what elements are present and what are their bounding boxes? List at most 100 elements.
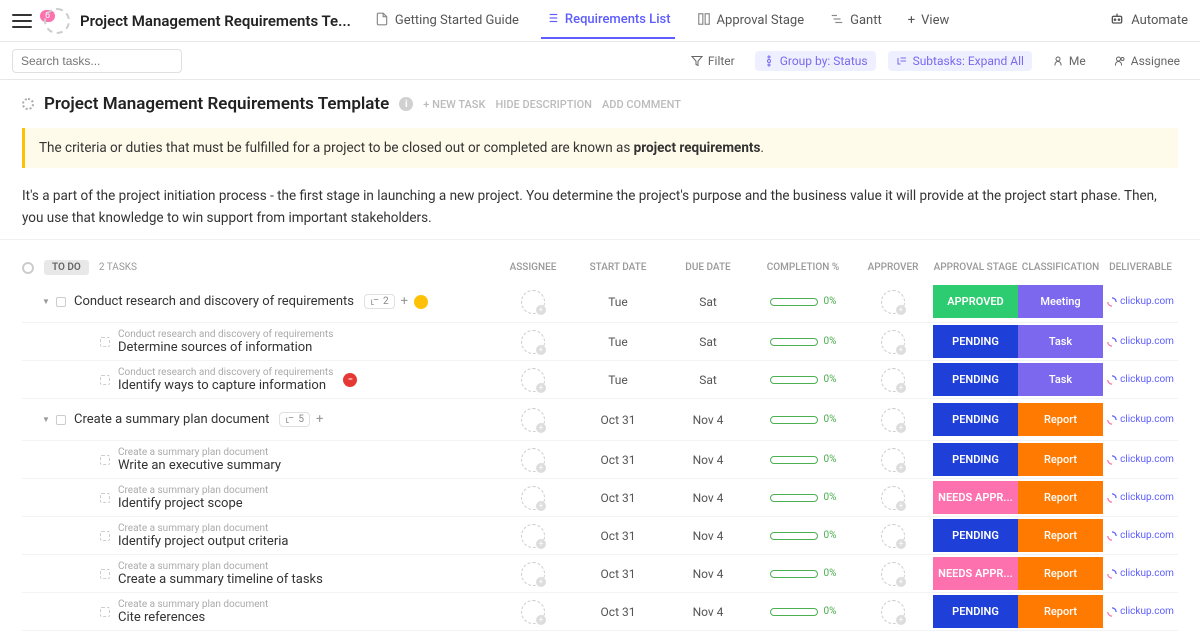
subtask-row[interactable]: Create a summary plan documentIdentify p… (22, 517, 1178, 555)
avatar-placeholder[interactable] (881, 600, 905, 624)
approval-stage[interactable]: NEEDS APPR... (933, 481, 1018, 514)
approval-stage[interactable]: PENDING (933, 363, 1018, 396)
task-checkbox[interactable] (56, 297, 66, 307)
task-checkbox[interactable] (100, 531, 110, 541)
add-subtask[interactable]: + (316, 412, 323, 427)
due-date[interactable]: Sat (663, 295, 753, 309)
avatar-placeholder[interactable] (881, 524, 905, 548)
classification[interactable]: Report (1018, 557, 1103, 590)
task-name[interactable]: Create a summary timeline of tasks (118, 572, 323, 587)
task-checkbox[interactable] (100, 607, 110, 617)
avatar-placeholder[interactable] (881, 562, 905, 586)
deliverable-link[interactable]: clickup.com (1103, 492, 1178, 503)
classification[interactable]: Task (1018, 363, 1103, 396)
deliverable-link[interactable]: clickup.com (1103, 414, 1178, 425)
info-icon[interactable]: i (399, 97, 413, 111)
subtask-row[interactable]: Conduct research and discovery of requir… (22, 323, 1178, 361)
task-checkbox[interactable] (100, 569, 110, 579)
start-date[interactable]: Oct 31 (573, 491, 663, 505)
avatar-placeholder[interactable] (881, 486, 905, 510)
approval-stage[interactable]: PENDING (933, 595, 1018, 628)
subtask-row[interactable]: Create a summary plan documentCite refer… (22, 593, 1178, 631)
approval-stage[interactable]: APPROVED (933, 285, 1018, 318)
due-date[interactable]: Nov 4 (663, 413, 753, 427)
classification[interactable]: Report (1018, 519, 1103, 552)
task-name[interactable]: Identify project output criteria (118, 534, 288, 549)
due-date[interactable]: Nov 4 (663, 529, 753, 543)
avatar-placeholder[interactable] (881, 408, 905, 432)
avatar-placeholder[interactable] (521, 448, 545, 472)
start-date[interactable]: Oct 31 (573, 529, 663, 543)
deliverable-link[interactable]: clickup.com (1103, 568, 1178, 579)
blocked-icon[interactable]: − (343, 373, 357, 387)
classification[interactable]: Report (1018, 595, 1103, 628)
col-stage[interactable]: APPROVAL STAGE (933, 262, 1018, 273)
menu-icon[interactable] (12, 14, 32, 28)
status-dot[interactable] (22, 98, 34, 110)
classification[interactable]: Task (1018, 325, 1103, 358)
avatar-placeholder[interactable] (881, 448, 905, 472)
due-date[interactable]: Sat (663, 373, 753, 387)
avatar-placeholder[interactable] (881, 290, 905, 314)
due-date[interactable]: Nov 4 (663, 605, 753, 619)
col-start[interactable]: START DATE (573, 262, 663, 273)
col-approver[interactable]: APPROVER (853, 262, 933, 273)
classification[interactable]: Meeting (1018, 285, 1103, 318)
approval-stage[interactable]: PENDING (933, 519, 1018, 552)
deliverable-link[interactable]: clickup.com (1103, 336, 1178, 347)
subtasks-button[interactable]: Subtasks: Expand All (888, 51, 1032, 71)
avatar-placeholder[interactable] (521, 408, 545, 432)
task-checkbox[interactable] (100, 337, 110, 347)
avatar-placeholder[interactable] (521, 330, 545, 354)
task-checkbox[interactable] (56, 415, 66, 425)
subtask-row[interactable]: Conduct research and discovery of requir… (22, 361, 1178, 399)
status-pill[interactable]: TO DO (44, 260, 89, 275)
avatar-placeholder[interactable] (521, 486, 545, 510)
search-input[interactable] (21, 54, 176, 68)
collapse-icon[interactable] (22, 262, 34, 274)
approval-stage[interactable]: PENDING (933, 325, 1018, 358)
start-date[interactable]: Tue (573, 335, 663, 349)
task-name[interactable]: Identify ways to capture information (118, 378, 333, 393)
task-name[interactable]: Cite references (118, 610, 268, 625)
search-box[interactable] (12, 49, 182, 73)
subtask-row[interactable]: Create a summary plan documentWrite an e… (22, 441, 1178, 479)
avatar-placeholder[interactable] (881, 330, 905, 354)
due-date[interactable]: Sat (663, 335, 753, 349)
col-due[interactable]: DUE DATE (663, 262, 753, 273)
subtask-count[interactable]: 5 (279, 412, 310, 427)
col-assignee[interactable]: ASSIGNEE (493, 262, 573, 273)
task-row[interactable]: ▼Create a summary plan document5+Oct 31N… (22, 399, 1178, 441)
deliverable-link[interactable]: clickup.com (1103, 454, 1178, 465)
task-name[interactable]: Create a summary plan document (74, 412, 269, 427)
approval-stage[interactable]: NEEDS APPR... (933, 557, 1018, 590)
avatar-placeholder[interactable] (521, 290, 545, 314)
subtask-count[interactable]: 2 (364, 294, 395, 309)
assignee-button[interactable]: Assignee (1106, 51, 1188, 71)
task-checkbox[interactable] (100, 493, 110, 503)
avatar-placeholder[interactable] (521, 600, 545, 624)
start-date[interactable]: Oct 31 (573, 453, 663, 467)
deliverable-link[interactable]: clickup.com (1103, 606, 1178, 617)
subtask-row[interactable]: Create a summary plan documentCreate a s… (22, 555, 1178, 593)
subtask-row[interactable]: Create a summary plan documentIdentify p… (22, 479, 1178, 517)
me-button[interactable]: Me (1044, 51, 1094, 71)
start-date[interactable]: Oct 31 (573, 567, 663, 581)
task-name[interactable]: Conduct research and discovery of requir… (74, 294, 354, 309)
start-date[interactable]: Oct 31 (573, 605, 663, 619)
start-date[interactable]: Tue (573, 373, 663, 387)
classification[interactable]: Report (1018, 481, 1103, 514)
priority-flag[interactable] (414, 295, 428, 309)
classification[interactable]: Report (1018, 403, 1103, 436)
add-subtask[interactable]: + (401, 294, 408, 309)
caret-icon[interactable]: ▼ (42, 415, 52, 424)
avatar-placeholder[interactable] (521, 524, 545, 548)
avatar-placeholder[interactable] (521, 368, 545, 392)
approval-stage[interactable]: PENDING (933, 443, 1018, 476)
task-checkbox[interactable] (100, 455, 110, 465)
tab-approval-stage[interactable]: Approval Stage (693, 4, 809, 38)
task-name[interactable]: Determine sources of information (118, 340, 333, 355)
classification[interactable]: Report (1018, 443, 1103, 476)
filter-button[interactable]: Filter (683, 51, 743, 71)
col-completion[interactable]: COMPLETION % (753, 262, 853, 273)
